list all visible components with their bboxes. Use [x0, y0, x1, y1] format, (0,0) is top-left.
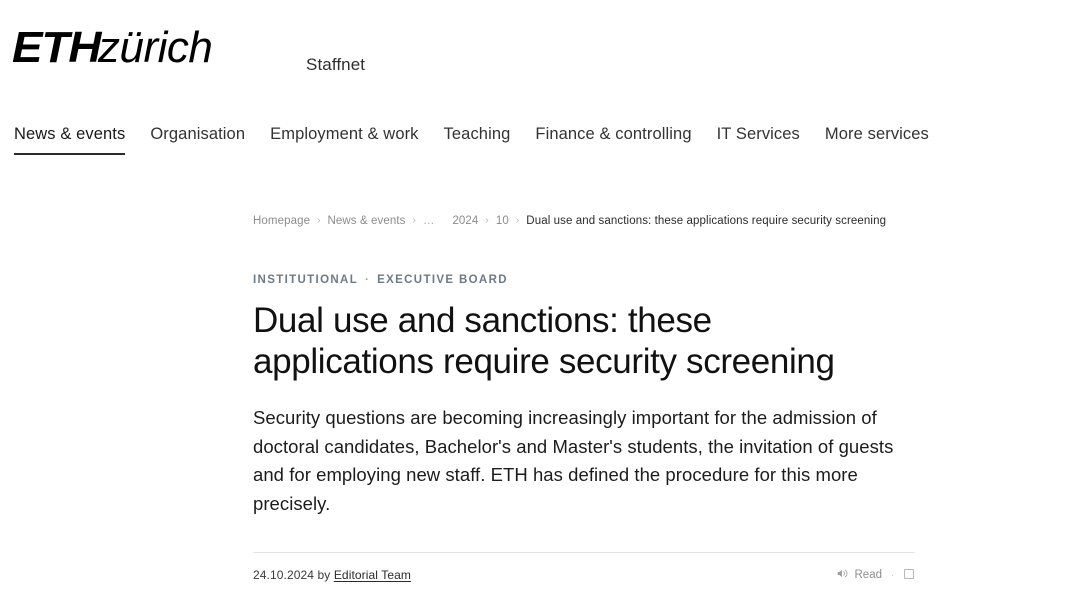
portal-title[interactable]: Staffnet [306, 55, 365, 75]
article-meta-row: 24.10.2024 by Editorial Team Read · [253, 567, 915, 583]
breadcrumb: Homepage › News & events › … 2024 › 10 ›… [253, 213, 915, 229]
nav-item-teaching[interactable]: Teaching [444, 125, 511, 155]
nav-item-finance-controlling[interactable]: Finance & controlling [535, 125, 691, 155]
read-aloud-label: Read [854, 569, 883, 581]
byline-by-label: by [317, 568, 331, 582]
main-navigation-list: News & events Organisation Employment & … [0, 125, 1080, 155]
breadcrumb-separator: › [485, 215, 489, 226]
article-content: Homepage › News & events › … 2024 › 10 ›… [253, 213, 915, 583]
speaker-icon [836, 567, 849, 583]
breadcrumb-item-homepage[interactable]: Homepage [253, 213, 310, 229]
breadcrumb-item-2024[interactable]: 2024 [452, 213, 478, 229]
site-header: ETH zürich Staffnet [0, 0, 1080, 110]
article-lead-paragraph: Security questions are becoming increasi… [253, 407, 894, 514]
article-author-link[interactable]: Editorial Team [334, 568, 411, 582]
kicker-category-executive-board[interactable]: EXECUTIVE BOARD [377, 274, 508, 286]
article-date: 24.10.2024 [253, 568, 315, 582]
nav-item-news-events[interactable]: News & events [14, 125, 126, 155]
breadcrumb-item-news-events[interactable]: News & events [328, 213, 406, 229]
share-button[interactable] [903, 568, 915, 583]
breadcrumb-item-10[interactable]: 10 [496, 213, 509, 229]
page-title: Dual use and sanctions: these applicatio… [253, 301, 835, 381]
logo-zurich-text: zürich [98, 23, 213, 72]
nav-item-organisation[interactable]: Organisation [150, 125, 245, 155]
eth-zurich-logo[interactable]: ETH zürich [12, 23, 213, 72]
breadcrumb-separator: › [412, 215, 416, 226]
breadcrumb-separator: › [317, 215, 321, 226]
article-byline: 24.10.2024 by Editorial Team [253, 568, 411, 582]
breadcrumb-item-current: Dual use and sanctions: these applicatio… [526, 215, 887, 227]
breadcrumb-separator: › [515, 215, 520, 226]
share-icon [903, 568, 915, 583]
nav-item-employment-work[interactable]: Employment & work [270, 125, 418, 155]
article-kicker: INSTITUTIONAL · EXECUTIVE BOARD [253, 274, 915, 286]
tools-separator: · [891, 569, 894, 580]
main-navigation: News & events Organisation Employment & … [0, 125, 1080, 165]
kicker-category-institutional[interactable]: INSTITUTIONAL [253, 274, 358, 286]
nav-item-it-services[interactable]: IT Services [717, 125, 800, 155]
logo-eth-text: ETH [12, 23, 101, 72]
breadcrumb-item-ellipsis[interactable]: … [423, 213, 436, 229]
article-tools: Read · [836, 567, 916, 583]
nav-item-more-services[interactable]: More services [825, 125, 929, 155]
meta-divider [253, 552, 915, 553]
read-aloud-button[interactable]: Read [836, 567, 883, 583]
kicker-separator: · [365, 274, 371, 286]
